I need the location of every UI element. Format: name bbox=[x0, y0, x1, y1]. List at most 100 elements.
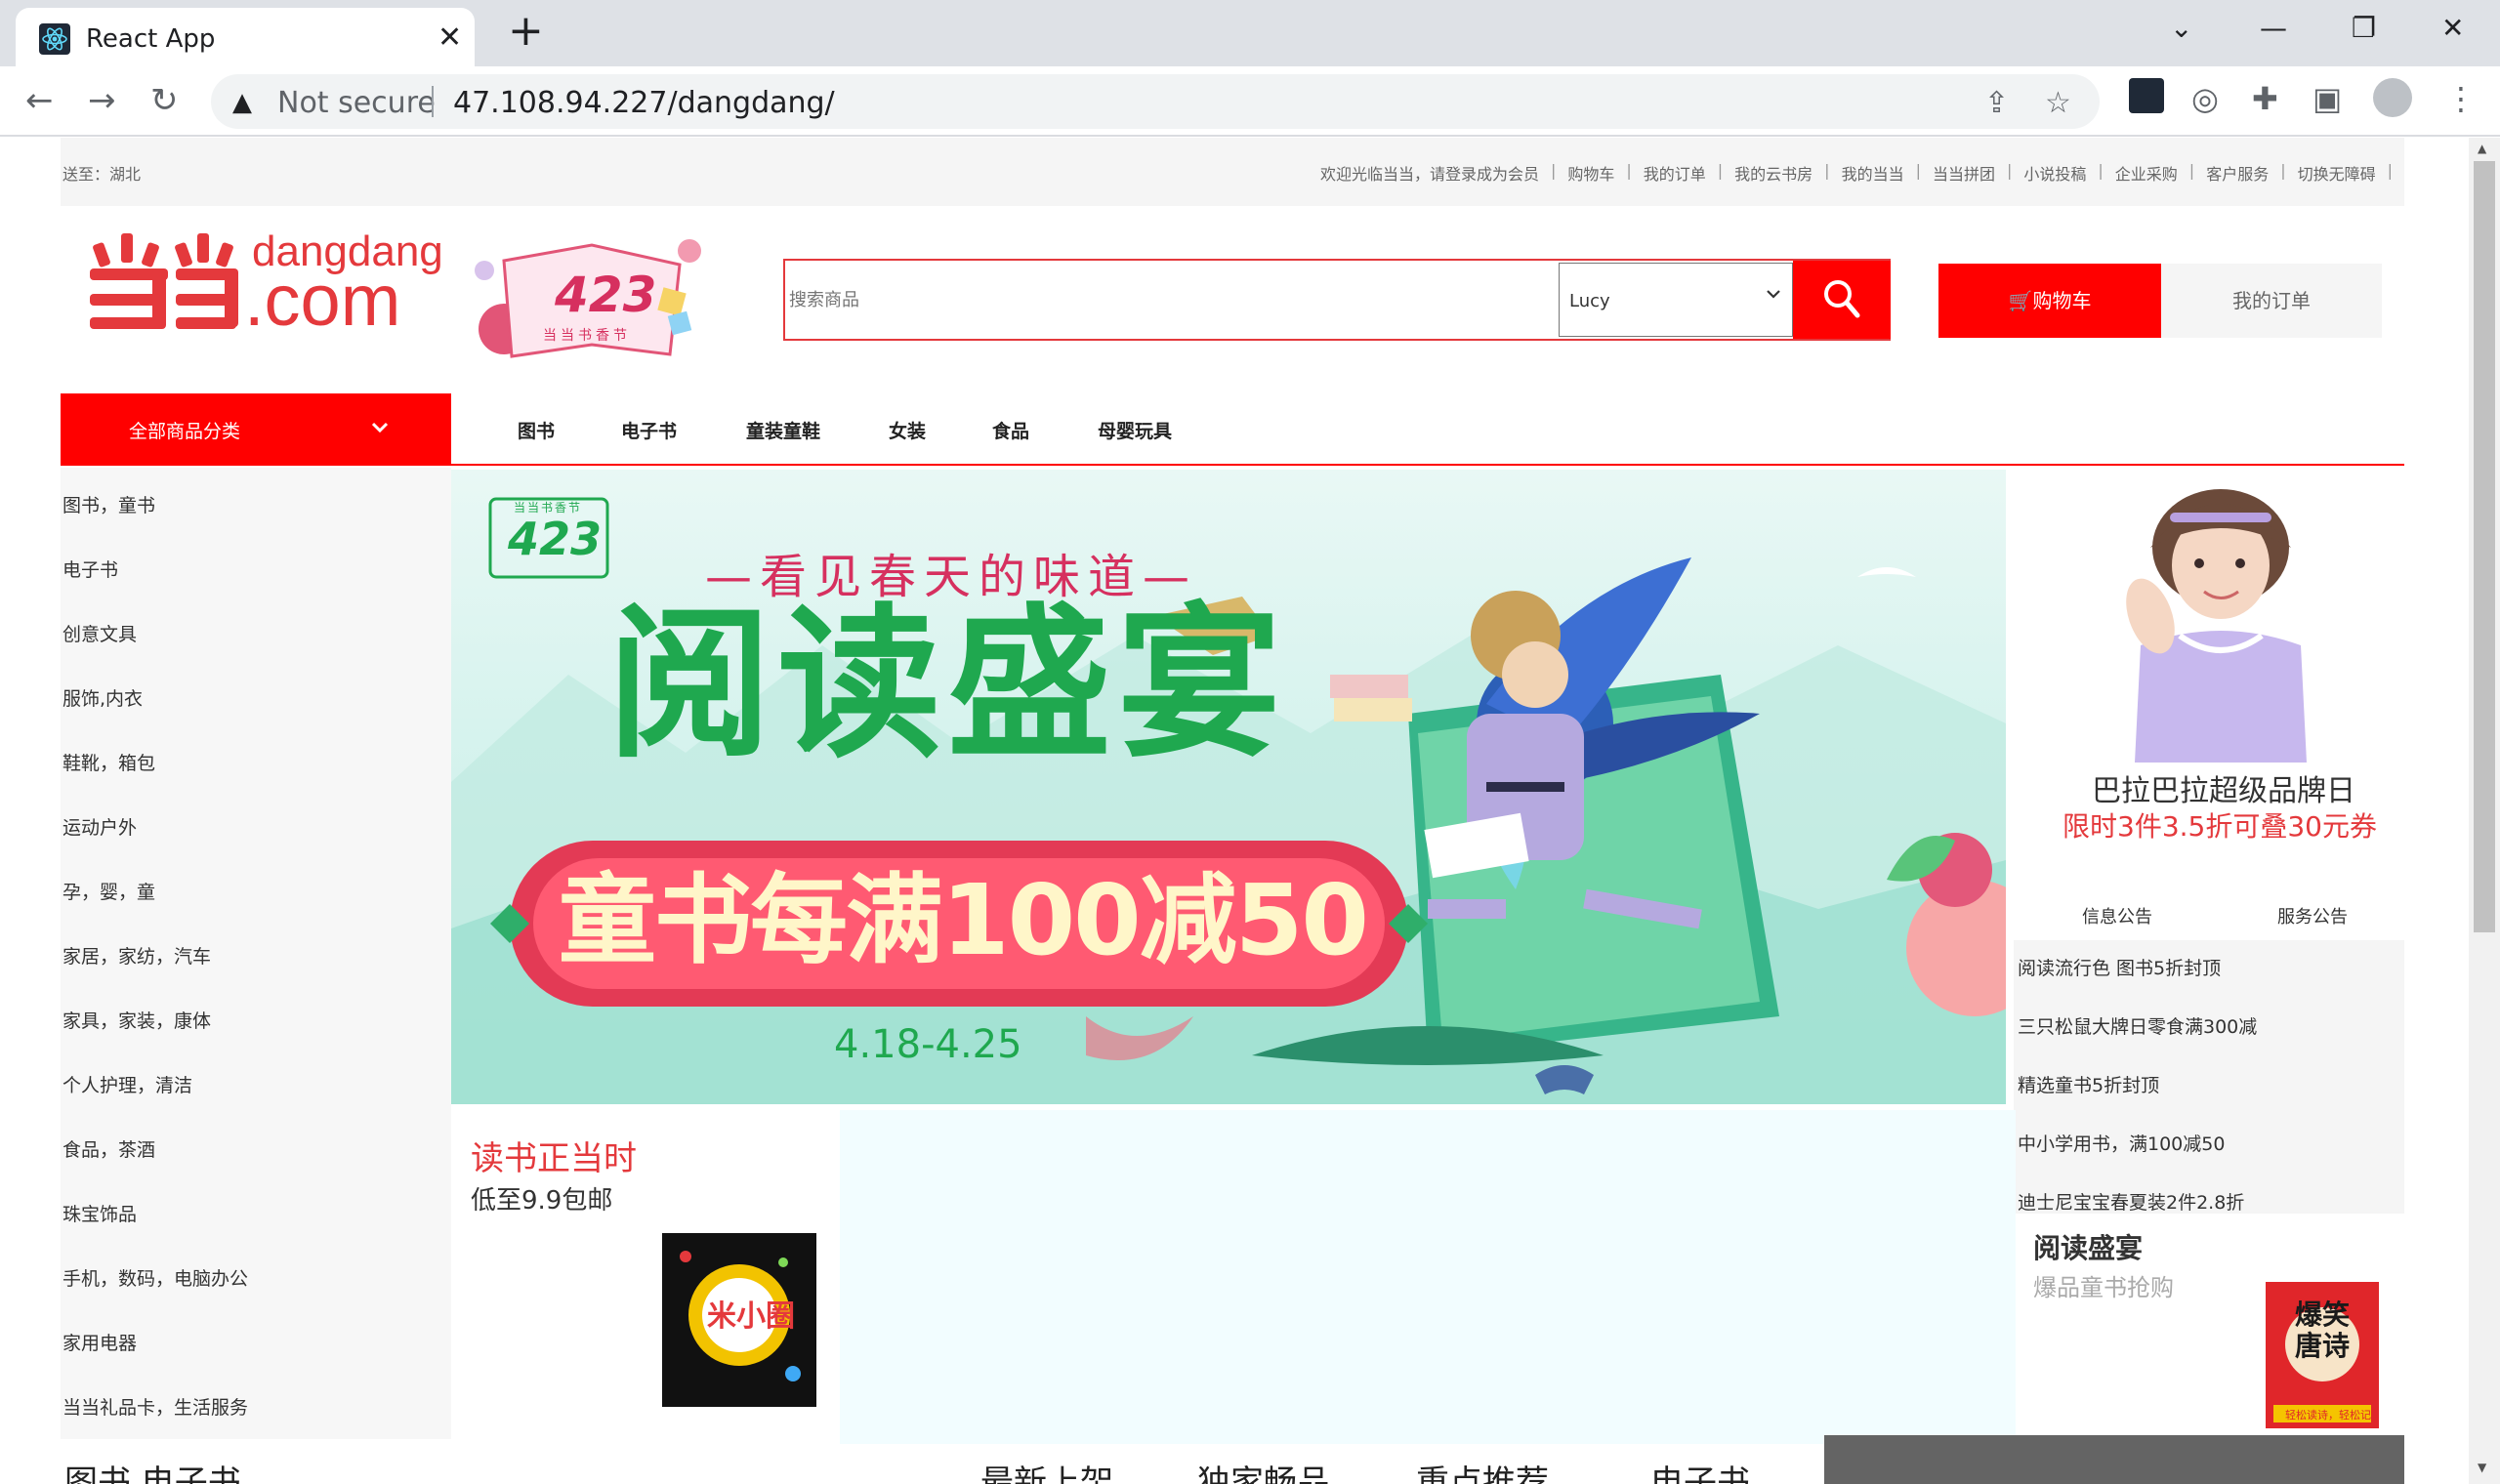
browser-tab[interactable]: React App ✕ bbox=[16, 8, 475, 66]
sidebar-item-furniture[interactable]: 家具，家装，康体 bbox=[62, 1007, 211, 1033]
profile-avatar-icon[interactable] bbox=[2373, 78, 2412, 117]
sidebar-item-gift-cards[interactable]: 当当礼品卡，生活服务 bbox=[62, 1393, 248, 1420]
url-text[interactable]: 47.108.94.227/dangdang/ bbox=[453, 86, 835, 120]
nav-food[interactable]: 食品 bbox=[992, 417, 1029, 443]
restore-button[interactable]: ❐ bbox=[2352, 12, 2376, 44]
all-categories-header[interactable]: 全部商品分类 bbox=[61, 393, 451, 466]
toplink-my-dangdang[interactable]: 我的当当 bbox=[1830, 161, 1916, 185]
toplink-welcome[interactable]: 欢迎光临当当，请登录成为会员 bbox=[1309, 161, 1551, 185]
right-panel: 巴拉巴拉超级品牌日 限时3件3.5折可叠30元券 信息公告 服务公告 阅读流行色… bbox=[2006, 470, 2404, 1444]
reading-feast-card[interactable]: 阅读盛宴 爆品童书抢购 爆笑唐诗 轻松读诗，轻松记 bbox=[2014, 1214, 2404, 1444]
react-icon bbox=[39, 23, 70, 55]
tab-search-icon[interactable]: ⌄ bbox=[2170, 12, 2192, 44]
sub-promo-subtitle: 低至9.9包邮 bbox=[471, 1186, 613, 1216]
tab-title: React App bbox=[86, 24, 216, 54]
nav-womens-clothing[interactable]: 女装 bbox=[889, 417, 926, 443]
address-bar[interactable]: ▲ Not secure 47.108.94.227/dangdang/ ⇪ ☆ bbox=[211, 74, 2100, 129]
promo-placeholder-area bbox=[840, 1110, 2016, 1444]
scroll-up-icon[interactable]: ▲ bbox=[2478, 142, 2486, 155]
tab-latest[interactable]: 最新上架 bbox=[980, 1456, 1113, 1484]
sidebar-item-electronics[interactable]: 手机，数码，电脑办公 bbox=[62, 1264, 248, 1291]
warning-triangle-icon: ▲ bbox=[232, 88, 252, 117]
tab-exclusive[interactable]: 独家畅品 bbox=[1197, 1456, 1330, 1484]
back-button[interactable]: ← bbox=[25, 84, 54, 117]
sidebar-item-stationery[interactable]: 创意文具 bbox=[62, 620, 137, 646]
banner-artwork bbox=[451, 497, 2006, 1104]
nav-ebooks[interactable]: 电子书 bbox=[621, 417, 677, 443]
sidebar-item-shoes-bags[interactable]: 鞋靴，箱包 bbox=[62, 749, 155, 775]
nav-books[interactable]: 图书 bbox=[518, 417, 555, 443]
sidebar-item-jewelry[interactable]: 珠宝饰品 bbox=[62, 1200, 137, 1226]
nav-kids-clothing[interactable]: 童装童鞋 bbox=[746, 417, 820, 443]
scroll-thumb[interactable] bbox=[2474, 161, 2495, 932]
reading-card-subtitle: 爆品童书抢购 bbox=[2033, 1274, 2174, 1301]
new-tab-button[interactable]: + bbox=[508, 10, 544, 53]
sidebar-item-books[interactable]: 图书，童书 bbox=[62, 491, 155, 517]
window-close-button[interactable]: ✕ bbox=[2441, 12, 2464, 44]
toplink-group-buy[interactable]: 当当拼团 bbox=[1921, 161, 2007, 185]
dangdang-logo[interactable]: dangdang .com bbox=[88, 226, 443, 337]
sidebar-item-apparel[interactable]: 服饰,内衣 bbox=[62, 684, 143, 711]
side-panel-icon[interactable]: ▣ bbox=[2312, 80, 2342, 117]
top-links: 欢迎光临当当，请登录成为会员 | 购物车 | 我的订单 | 我的云书房 | 我的当当 | … bbox=[1309, 161, 2393, 185]
page-scrollbar[interactable]: ▲ ▼ bbox=[2469, 138, 2500, 1484]
sidebar-item-maternity[interactable]: 孕，婴，童 bbox=[62, 878, 155, 904]
scroll-down-icon[interactable]: ▼ bbox=[2478, 1461, 2486, 1474]
reload-button[interactable]: ↻ bbox=[150, 84, 179, 117]
forward-button[interactable]: → bbox=[88, 84, 116, 117]
share-icon[interactable]: ⇪ bbox=[1984, 86, 2009, 120]
cart-button[interactable]: 🛒购物车 bbox=[1938, 264, 2161, 338]
toplink-orders[interactable]: 我的订单 bbox=[1632, 161, 1718, 185]
toplink-enterprise[interactable]: 企业采购 bbox=[2104, 161, 2189, 185]
book-cover-strip: 轻松读诗，轻松记 bbox=[2285, 1409, 2371, 1422]
tab-ebooks[interactable]: 电子书 bbox=[1650, 1456, 1750, 1484]
sidebar-item-ebooks[interactable]: 电子书 bbox=[62, 556, 118, 582]
tab-close-icon[interactable]: ✕ bbox=[438, 21, 462, 55]
my-orders-button[interactable]: 我的订单 bbox=[2161, 264, 2382, 338]
toplink-accessibility[interactable]: 切换无障碍 bbox=[2286, 161, 2388, 185]
hero-banner[interactable]: 当当书香节 423 —看见春天的味道— 阅读盛宴 童书每满100减50 4.18… bbox=[451, 470, 2006, 1104]
chevron-down-icon bbox=[1767, 290, 1780, 299]
browser-menu-icon[interactable]: ⋮ bbox=[2445, 80, 2477, 117]
sidebar-item-home[interactable]: 家居，家纺，汽车 bbox=[62, 942, 211, 969]
reading-time-promo[interactable]: 读书正当时 低至9.9包邮 米小圈 bbox=[451, 1110, 840, 1444]
nav-baby-toys[interactable]: 母婴玩具 bbox=[1098, 417, 1172, 443]
react-devtools-icon[interactable] bbox=[2129, 78, 2164, 113]
tab-featured[interactable]: 重点推荐 bbox=[1416, 1456, 1549, 1484]
tab-info-notice[interactable]: 信息公告 bbox=[2082, 903, 2152, 928]
section-sidebar-block bbox=[1824, 1435, 2404, 1484]
search-icon bbox=[1824, 280, 1860, 318]
promo-title: 巴拉巴拉超级品牌日 bbox=[2092, 774, 2355, 808]
list-item[interactable]: 三只松鼠大牌日零食满300减 bbox=[2018, 1012, 2257, 1039]
list-item[interactable]: 阅读流行色 图书5折封顶 bbox=[2018, 954, 2221, 980]
toplink-cart[interactable]: 购物车 bbox=[1556, 161, 1626, 185]
extensions-puzzle-icon[interactable]: ✚ bbox=[2252, 80, 2278, 117]
top-strip: 送至：湖北 欢迎光临当当，请登录成为会员 | 购物车 | 我的订单 | 我的云书房 | … bbox=[61, 138, 2404, 206]
list-item[interactable]: 精选童书5折封顶 bbox=[2018, 1071, 2159, 1097]
search-category-select[interactable]: Lucy bbox=[1559, 263, 1793, 337]
chevron-down-icon bbox=[371, 422, 389, 433]
sidebar-item-personal-care[interactable]: 个人护理，清洁 bbox=[62, 1071, 192, 1097]
sidebar-item-food[interactable]: 食品，茶酒 bbox=[62, 1135, 155, 1162]
book-festival-logo[interactable]: 423 当当书香节 bbox=[465, 231, 709, 368]
list-item[interactable]: 迪士尼宝宝春夏装2件2.8折 bbox=[2018, 1188, 2244, 1215]
brand-day-promo[interactable]: 巴拉巴拉超级品牌日 限时3件3.5折可叠30元券 bbox=[2014, 470, 2404, 889]
search-input[interactable] bbox=[785, 261, 1559, 339]
toplink-customer-service[interactable]: 客户服务 bbox=[2194, 161, 2280, 185]
search-button[interactable] bbox=[1793, 261, 1891, 339]
notice-tabs: 信息公告 服务公告 bbox=[2014, 882, 2404, 940]
child-model-image bbox=[2126, 489, 2307, 763]
list-item[interactable]: 中小学用书，满100减50 bbox=[2018, 1130, 2225, 1156]
toplink-cloud-study[interactable]: 我的云书房 bbox=[1723, 161, 1824, 185]
sidebar-item-outdoor[interactable]: 运动户外 bbox=[62, 813, 137, 840]
minimize-button[interactable]: — bbox=[2260, 12, 2287, 44]
toplink-novel-submission[interactable]: 小说投稿 bbox=[2012, 161, 2098, 185]
banner-dates: 4.18-4.25 bbox=[834, 1022, 1022, 1067]
bookmark-star-icon[interactable]: ☆ bbox=[2045, 86, 2071, 120]
extension-circle-icon[interactable]: ◎ bbox=[2191, 80, 2219, 117]
security-label[interactable]: Not secure bbox=[277, 86, 436, 120]
banner-offer: 童书每满100减50 bbox=[559, 863, 1369, 977]
sidebar-item-appliances[interactable]: 家用电器 bbox=[62, 1329, 137, 1355]
tab-service-notice[interactable]: 服务公告 bbox=[2277, 903, 2348, 928]
ship-to-location[interactable]: 送至：湖北 bbox=[62, 161, 141, 185]
